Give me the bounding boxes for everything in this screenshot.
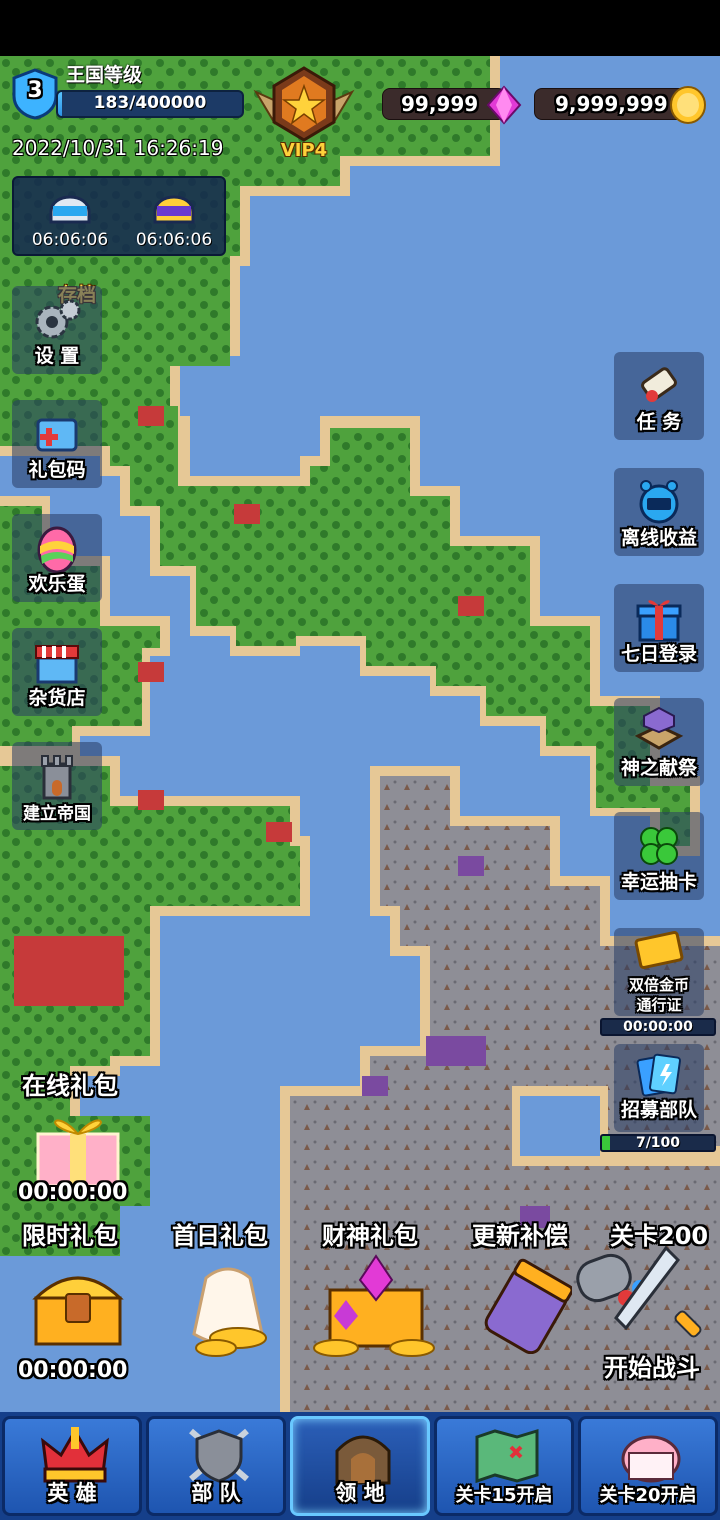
build-empire-button[interactable]: 建立帝国 bbox=[12, 742, 102, 830]
nav-hero-label: 英 雄 bbox=[47, 1481, 97, 1505]
nav-troops-label: 部 队 bbox=[191, 1481, 241, 1505]
nav-troops-tab[interactable]: 部 队 bbox=[146, 1416, 286, 1516]
recruit-troops-label: 招募部队 bbox=[620, 1099, 697, 1121]
bottom-nav: 英 雄 部 队 领 地 关卡15开启 关卡20开启 bbox=[0, 1412, 720, 1520]
start-battle-label[interactable]: 开始战斗 bbox=[604, 1348, 700, 1383]
double-gold-timer-bar: 00:00:00 bbox=[600, 1018, 716, 1036]
helmet-gold-icon bbox=[153, 195, 195, 224]
gem-amount: 99,999 bbox=[401, 92, 479, 116]
event-timer-2[interactable]: 06:06:06 bbox=[124, 182, 224, 250]
lucky-draw-label: 幸运抽卡 bbox=[620, 871, 697, 893]
nav-stage15-tab[interactable]: 关卡15开启 bbox=[434, 1416, 574, 1516]
gift-code-scroll-icon bbox=[36, 418, 78, 452]
double-gold-label-2: 通行证 bbox=[636, 996, 682, 1014]
recruit-progress-bar: 7/100 bbox=[600, 1134, 716, 1152]
kingdom-exp-text: 183/400000 bbox=[93, 93, 207, 113]
event-timer-1[interactable]: 06:06:06 bbox=[20, 182, 120, 250]
gold-counter[interactable]: 9,999,999 bbox=[534, 86, 706, 124]
kingdom-level-title: 王国等级 bbox=[66, 64, 143, 86]
nav-territory-label: 领 地 bbox=[335, 1481, 385, 1505]
nav-hero-tab[interactable]: 英 雄 bbox=[2, 1416, 142, 1516]
vip-label: VIP4 bbox=[280, 140, 328, 161]
gift-code-label: 礼包码 bbox=[28, 459, 86, 481]
recruit-progress-text: 7/100 bbox=[635, 1135, 681, 1151]
shop-stall-icon bbox=[35, 645, 79, 684]
update-compensation-label: 更新补偿 bbox=[472, 1222, 568, 1250]
map-terrain bbox=[0, 56, 720, 1414]
scroll-quest-icon bbox=[641, 367, 677, 402]
online-gift-timer: 00:00:00 bbox=[18, 1180, 128, 1205]
potion-jar-icon[interactable] bbox=[482, 1258, 572, 1354]
money-bag-icon[interactable] bbox=[176, 1250, 280, 1362]
altar-book-icon bbox=[634, 706, 684, 750]
task-label: 任 务 bbox=[636, 411, 682, 433]
seven-day-login-label: 七日登录 bbox=[620, 643, 697, 665]
nav-territory-tab[interactable]: 领 地 bbox=[290, 1416, 430, 1516]
offline-income-label: 离线收益 bbox=[620, 527, 697, 549]
first-day-gift-label: 首日礼包 bbox=[172, 1222, 268, 1250]
gift-box-icon bbox=[636, 600, 682, 642]
event-timer-1-value: 06:06:06 bbox=[31, 230, 109, 250]
happy-egg-button[interactable]: 欢乐蛋 bbox=[12, 514, 102, 602]
happy-egg-label: 欢乐蛋 bbox=[28, 573, 86, 595]
shop-label: 杂货店 bbox=[28, 687, 86, 709]
recruit-troops-button[interactable]: 招募部队 bbox=[614, 1044, 704, 1132]
wealth-god-gift-label: 财神礼包 bbox=[322, 1222, 418, 1250]
task-button[interactable]: 任 务 bbox=[614, 352, 704, 440]
treasure-chest-icon[interactable] bbox=[28, 1258, 128, 1350]
offline-income-button[interactable]: 离线收益 bbox=[614, 468, 704, 556]
nav-stage15-label: 关卡15开启 bbox=[455, 1485, 553, 1506]
current-datetime: 2022/10/31 16:26:19 bbox=[12, 136, 224, 160]
online-gift-box-icon[interactable] bbox=[26, 1104, 130, 1190]
helmet-blue-icon bbox=[49, 195, 91, 224]
map-icon bbox=[475, 1428, 539, 1484]
double-gold-pass-button[interactable]: 双倍金币 通行证 bbox=[614, 928, 704, 1016]
kingdom-level: 3 bbox=[27, 78, 43, 103]
double-gold-label-1: 双倍金币 bbox=[628, 976, 689, 994]
build-empire-label: 建立帝国 bbox=[23, 804, 91, 824]
nav-stage20-tab[interactable]: 关卡20开启 bbox=[578, 1416, 718, 1516]
four-leaf-clover-icon bbox=[640, 827, 678, 865]
settings-label: 设 置 bbox=[34, 345, 80, 367]
event-timer-2-value: 06:06:06 bbox=[135, 230, 213, 250]
gold-ticket-icon bbox=[634, 930, 684, 970]
seven-day-login-button[interactable]: 七日登录 bbox=[614, 584, 704, 672]
gold-coin-icon bbox=[670, 86, 706, 124]
double-gold-timer: 00:00:00 bbox=[623, 1019, 693, 1035]
online-gift-label: 在线礼包 bbox=[22, 1072, 118, 1100]
gold-amount: 9,999,999 bbox=[555, 92, 668, 116]
alarm-clock-icon bbox=[639, 480, 679, 524]
castle-tower-icon bbox=[41, 755, 73, 800]
limited-gift-label: 限时礼包 bbox=[22, 1222, 118, 1250]
gem-counter[interactable]: 99,999 bbox=[382, 85, 522, 125]
gem-chest-icon[interactable] bbox=[306, 1250, 446, 1360]
start-battle-weapons-icon[interactable] bbox=[566, 1238, 716, 1348]
event-timers-panel: 06:06:06 06:06:06 bbox=[12, 176, 226, 256]
divine-offering-label: 神之献祭 bbox=[620, 757, 697, 779]
world-map[interactable] bbox=[0, 56, 720, 1414]
shop-button[interactable]: 杂货店 bbox=[12, 628, 102, 716]
gift-code-button[interactable]: 礼包码 bbox=[12, 400, 102, 488]
rainbow-egg-icon bbox=[37, 526, 77, 574]
settings-button[interactable]: 设 置 bbox=[12, 286, 102, 374]
piggy-shop-icon bbox=[621, 1435, 681, 1483]
recruit-cards-icon bbox=[636, 1053, 681, 1097]
limited-gift-timer: 00:00:00 bbox=[18, 1358, 128, 1383]
gem-icon bbox=[486, 85, 522, 125]
nav-stage20-label: 关卡20开启 bbox=[599, 1485, 697, 1506]
lucky-draw-button[interactable]: 幸运抽卡 bbox=[614, 812, 704, 900]
divine-offering-button[interactable]: 神之献祭 bbox=[614, 698, 704, 786]
gear-icon bbox=[35, 299, 81, 339]
